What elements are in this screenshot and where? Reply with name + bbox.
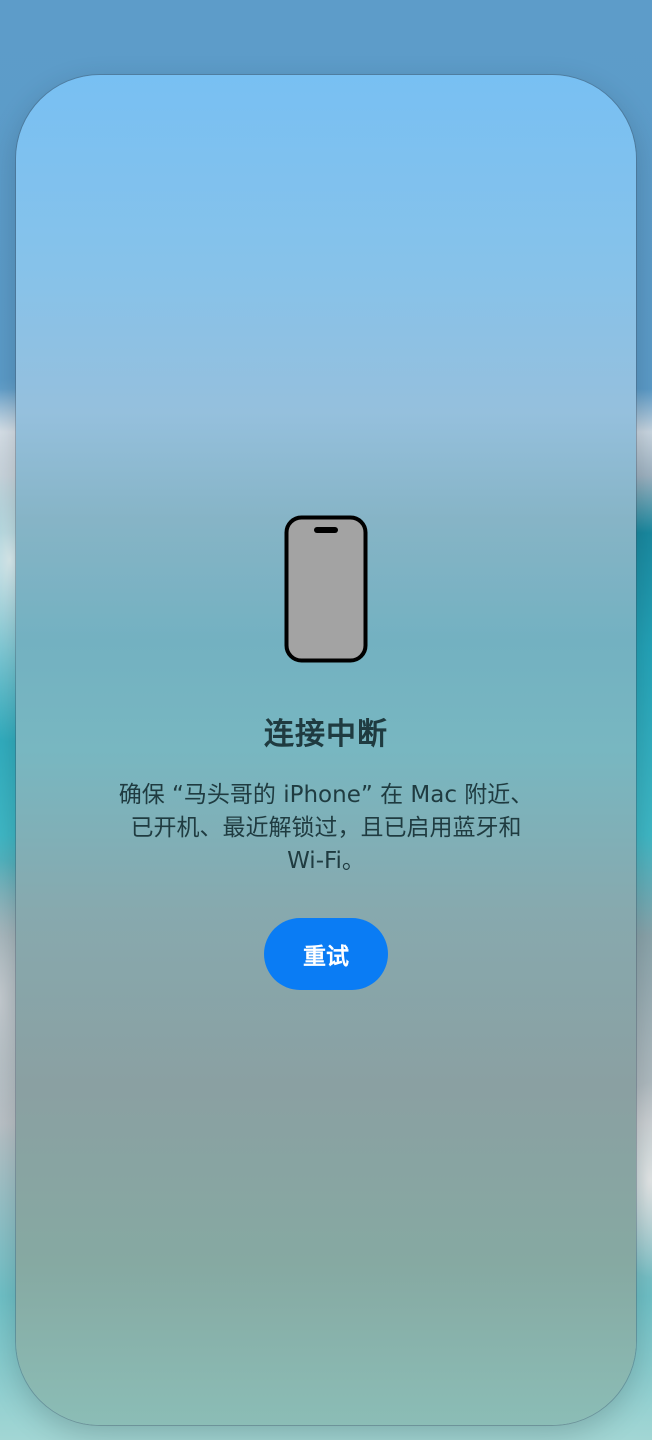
iphone-icon: [284, 515, 368, 663]
iphone-mirroring-window: 连接中断 确保 “马头哥的 iPhone” 在 Mac 附近、已开机、最近解锁过…: [16, 75, 636, 1425]
retry-button[interactable]: 重试: [264, 918, 388, 990]
dialog-title: 连接中断: [264, 717, 388, 752]
desktop-wallpaper: 连接中断 确保 “马头哥的 iPhone” 在 Mac 附近、已开机、最近解锁过…: [0, 0, 652, 1440]
dialog-message: 确保 “马头哥的 iPhone” 在 Mac 附近、已开机、最近解锁过，且已启用…: [118, 782, 534, 874]
connection-lost-panel: 连接中断 确保 “马头哥的 iPhone” 在 Mac 附近、已开机、最近解锁过…: [16, 515, 636, 990]
